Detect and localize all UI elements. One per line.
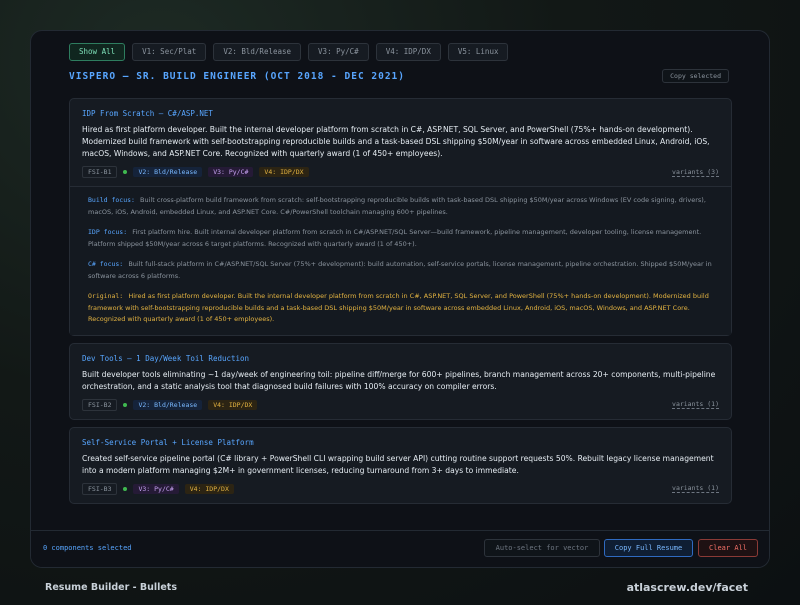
variant-label: IDP focus: (88, 228, 128, 236)
status-dot-icon (123, 170, 128, 174)
bullet-card[interactable]: Self-Service Portal + License Platform C… (69, 426, 732, 504)
bullet-meta: FSI-B3 V3: Py/C# V4: IDP/DX variants (1) (82, 482, 719, 503)
variants-panel: Build focus: Built cross-platform build … (70, 186, 731, 335)
variant-text: First platform hire. Built internal deve… (88, 228, 702, 248)
filter-v1[interactable]: V1: Sec/Plat (132, 43, 207, 61)
variants-toggle[interactable]: variants (1) (672, 484, 719, 493)
caption-title: Resume Builder - Bullets (45, 582, 177, 593)
variant-label: Original: (88, 292, 124, 300)
variant-text: Built cross-platform build framework fro… (88, 196, 706, 216)
filter-v4[interactable]: V4: IDP/DX (375, 43, 441, 61)
variant-tag: V3: Py/C# (208, 167, 254, 177)
bullet-id: FSI-B1 (82, 166, 118, 178)
variant-tag: V4: IDP/DX (184, 483, 234, 494)
copy-full-resume-button[interactable]: Copy Full Resume (604, 539, 693, 557)
resume-builder-window: Show All V1: Sec/Plat V2: Bld/Release V3… (30, 30, 770, 568)
bullet-card[interactable]: IDP From Scratch — C#/ASP.NET Hired as f… (69, 98, 732, 336)
bullet-text: Hired as first platform developer. Built… (82, 125, 710, 158)
bullet-card[interactable]: Dev Tools — 1 Day/Week Toil Reduction Bu… (69, 342, 732, 420)
status-dot-icon (123, 402, 128, 407)
variant-row-original[interactable]: Original: Hired as first platform develo… (88, 291, 719, 326)
bullet-title: IDP From Scratch — C#/ASP.NET (82, 109, 213, 118)
variant-text: Hired as first platform developer. Built… (88, 292, 709, 323)
bullet-title: Dev Tools — 1 Day/Week Toil Reduction (82, 353, 250, 363)
variants-toggle[interactable]: variants (3) (672, 168, 719, 177)
bullet-text: Created self-service pipeline portal (C#… (82, 453, 714, 475)
filter-v2[interactable]: V2: Bld/Release (213, 43, 302, 61)
clear-all-button[interactable]: Clear All (698, 539, 758, 557)
variant-label: Build focus: (88, 196, 135, 204)
variant-filter-bar: Show All V1: Sec/Plat V2: Bld/Release V3… (69, 43, 509, 61)
role-title: VISPERO — SR. BUILD ENGINEER (OCT 2018 -… (69, 71, 405, 82)
bullet-list[interactable]: IDP From Scratch — C#/ASP.NET Hired as f… (69, 98, 732, 522)
filter-v3[interactable]: V3: Py/C# (308, 43, 369, 61)
variant-row[interactable]: Build focus: Built cross-platform build … (88, 195, 719, 218)
selection-count: 0 components selected (43, 544, 132, 552)
action-footer: 0 components selected Auto-select for ve… (31, 530, 769, 567)
bullet-id: FSI-B3 (82, 482, 118, 495)
bullet-meta: FSI-B2 V2: Bld/Release V4: IDP/DX varian… (82, 398, 719, 419)
variant-tag: V4: IDP/DX (208, 399, 258, 410)
variant-row[interactable]: IDP focus: First platform hire. Built in… (88, 227, 719, 250)
auto-select-button[interactable]: Auto-select for vector (484, 539, 600, 557)
variant-row[interactable]: C# focus: Built full-stack platform in C… (88, 259, 719, 282)
bullet-text: Built developer tools eliminating ~1 day… (82, 369, 716, 391)
bullet-meta: FSI-B1 V2: Bld/Release V3: Py/C# V4: IDP… (82, 166, 719, 186)
copy-selected-button[interactable]: Copy selected (662, 69, 729, 83)
status-dot-icon (123, 486, 128, 491)
filter-v5[interactable]: V5: Linux (447, 43, 509, 61)
variants-toggle[interactable]: variants (1) (672, 400, 719, 409)
variant-tag: V4: IDP/DX (259, 167, 309, 177)
variant-tag: V2: Bld/Release (133, 399, 203, 410)
variant-text: Built full-stack platform in C#/ASP.NET/… (88, 260, 712, 280)
variant-label: C# focus: (88, 260, 124, 268)
variant-tag: V3: Py/C# (133, 483, 179, 494)
bullet-title: Self-Service Portal + License Platform (82, 437, 254, 447)
caption-url: atlascrew.dev/facet (626, 581, 748, 594)
filter-show-all[interactable]: Show All (69, 43, 126, 61)
bullet-id: FSI-B2 (82, 398, 118, 411)
variant-tag: V2: Bld/Release (133, 167, 203, 177)
